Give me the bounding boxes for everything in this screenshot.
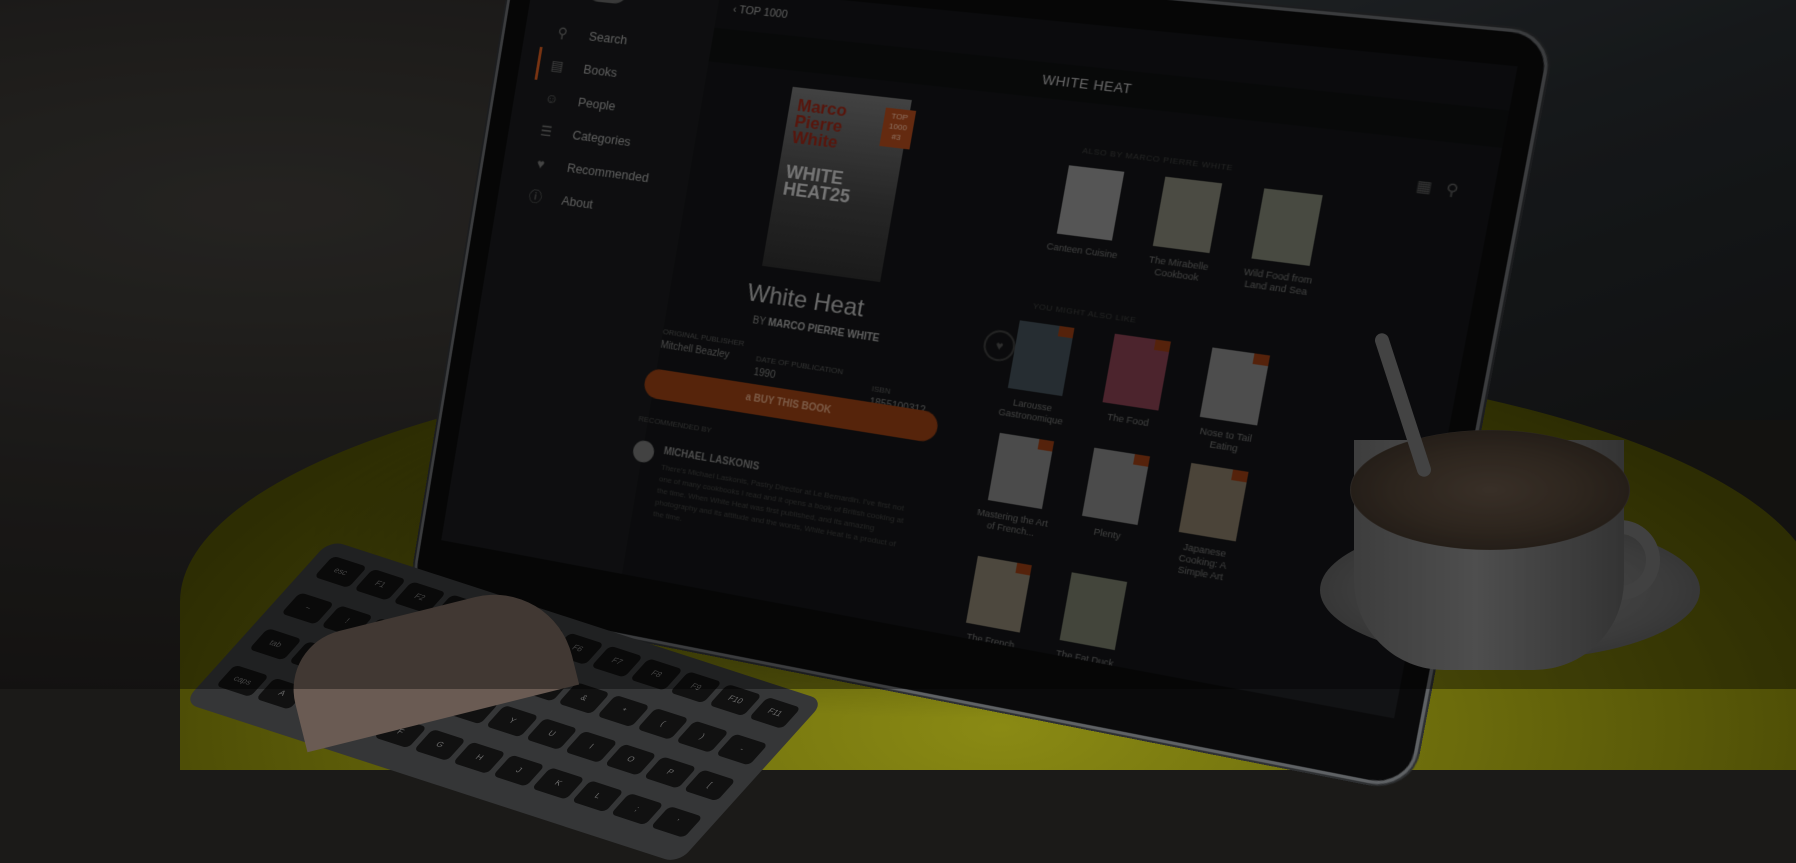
book-thumbnail-cover xyxy=(1199,347,1271,426)
isbn-label: ISBN xyxy=(871,384,892,396)
book-thumbnail-cover xyxy=(1081,447,1151,526)
buy-book-label: BUY THIS BOOK xyxy=(752,393,832,417)
keyboard-key[interactable]: ' xyxy=(650,805,704,838)
keyboard-key[interactable]: [ xyxy=(682,769,736,802)
top-1000-tag xyxy=(1231,469,1249,483)
book-author-name[interactable]: MARCO PIERRE WHITE xyxy=(767,317,880,344)
sidebar-item-label: Recommended xyxy=(566,159,651,185)
book-cover: Marco Pierre White WHITE HEAT25 TOP 1000… xyxy=(762,86,917,283)
top-1000-badge: TOP 1000 #3 xyxy=(879,107,917,150)
book-thumbnail-title: Nose to Tail Eating xyxy=(1199,425,1253,454)
book-thumbnail-title: The Fat Duck Cookbook xyxy=(1055,647,1115,679)
book-thumbnail[interactable]: Plenty xyxy=(1064,446,1161,569)
keyboard-key[interactable]: - xyxy=(715,732,769,766)
top-1000-tag xyxy=(1133,454,1151,467)
app-logo xyxy=(585,0,633,5)
book-thumbnail[interactable]: Nose to Tail Eating xyxy=(1183,346,1281,459)
original-publisher: ORIGINAL PUBLISHER Mitchell Beazley xyxy=(660,327,745,363)
book-thumbnail-title: The Mirabelle Cookbook xyxy=(1148,254,1210,283)
book-thumbnail-title: Wild Food from Land and Sea xyxy=(1242,266,1314,298)
book-thumbnail-cover xyxy=(1056,165,1125,241)
top-1000-tag xyxy=(1252,353,1271,367)
book-thumbnail-title: Canteen Cuisine xyxy=(1045,240,1119,261)
reader-icon[interactable]: ▦ xyxy=(1415,177,1434,197)
back-link-label: TOP 1000 xyxy=(738,4,789,22)
sidebar-item-label: About xyxy=(560,192,595,212)
header-actions: ▦ ⚲ xyxy=(1415,177,1460,200)
book-thumbnail[interactable]: Canteen Cuisine xyxy=(1041,164,1135,273)
book-thumbnail-title: Japanese Cooking: A Simple Art xyxy=(1177,541,1228,583)
book-thumbnail-cover xyxy=(1152,176,1223,254)
book-thumbnail-title: The Food xyxy=(1106,411,1150,429)
coffee-surface xyxy=(1350,430,1630,550)
sidebar-item-label: Search xyxy=(587,28,629,47)
recommendation-text: There's Michael Laskonis, Pastry Directo… xyxy=(652,462,905,549)
back-link[interactable]: ‹ TOP 1000 xyxy=(732,4,788,21)
book-thumbnail[interactable]: The French Laundry Cookbook xyxy=(948,554,1042,676)
sidebar-item-label: Categories xyxy=(571,126,632,149)
also-by-grid: Canteen Cuisine The Mirabelle Cookbook W… xyxy=(1041,164,1334,299)
book-thumbnail-cover xyxy=(987,432,1055,510)
book-thumbnail[interactable]: The Fat Duck Cookbook xyxy=(1041,570,1137,694)
top-1000-tag xyxy=(1057,325,1075,339)
search-icon[interactable]: ⚲ xyxy=(1444,180,1459,200)
sidebar-item-label: Books xyxy=(582,61,619,80)
book-thumbnail-title: Larousse Gastronomique xyxy=(997,397,1064,427)
book-thumbnail-title: Mastering the Art of French... xyxy=(976,506,1049,539)
info-icon: ⓘ xyxy=(527,187,544,205)
keyboard-key[interactable]: F11 xyxy=(748,696,801,729)
book-thumbnail-cover xyxy=(1178,462,1249,542)
book-thumbnail-title: Plenty xyxy=(1092,526,1122,542)
book-thumbnail-cover xyxy=(1059,572,1128,651)
book-thumbnail[interactable]: Wild Food from Land and Sea xyxy=(1235,187,1335,299)
book-author-prefix: BY xyxy=(751,315,767,328)
book-thumbnail-cover xyxy=(965,555,1032,633)
categories-icon: ☰ xyxy=(539,122,554,139)
sidebar-nav: ⚲ Search ▤ Books ☺ People ☰ Categories ♥ xyxy=(523,15,674,227)
recommended-by-label: RECOMMENDED BY xyxy=(637,414,713,435)
sidebar-item-label: People xyxy=(577,94,617,114)
book-thumbnail-cover xyxy=(1251,188,1323,266)
top-1000-tag xyxy=(1037,439,1055,452)
recommendations-grid: Larousse Gastronomique The Food Nose to … xyxy=(948,319,1281,713)
book-thumbnail[interactable]: Larousse Gastronomique xyxy=(992,319,1085,429)
book-thumbnail[interactable]: The Mirabelle Cookbook xyxy=(1136,175,1233,286)
book-thumbnail-title: The French Laundry Cookbook xyxy=(964,631,1016,673)
people-icon: ☺ xyxy=(543,89,560,107)
top-1000-tag xyxy=(1015,562,1032,576)
heart-icon: ♥ xyxy=(535,155,546,172)
book-thumbnail[interactable]: The Food xyxy=(1086,332,1182,443)
cover-title: WHITE HEAT25 xyxy=(781,161,852,207)
book-thumbnail[interactable]: Mastering the Art of French... xyxy=(970,431,1064,553)
search-icon: ⚲ xyxy=(556,23,569,41)
book-icon: ▤ xyxy=(549,56,565,74)
book-thumbnail-cover xyxy=(1102,333,1171,411)
book-thumbnail-cover xyxy=(1007,320,1075,397)
top-1000-tag xyxy=(1153,339,1171,353)
you-might-also-like-label: YOU MIGHT ALSO LIKE xyxy=(1032,301,1138,325)
chevron-left-icon: ‹ xyxy=(731,3,738,16)
book-thumbnail[interactable]: Japanese Cooking: A Simple Art xyxy=(1160,461,1260,586)
